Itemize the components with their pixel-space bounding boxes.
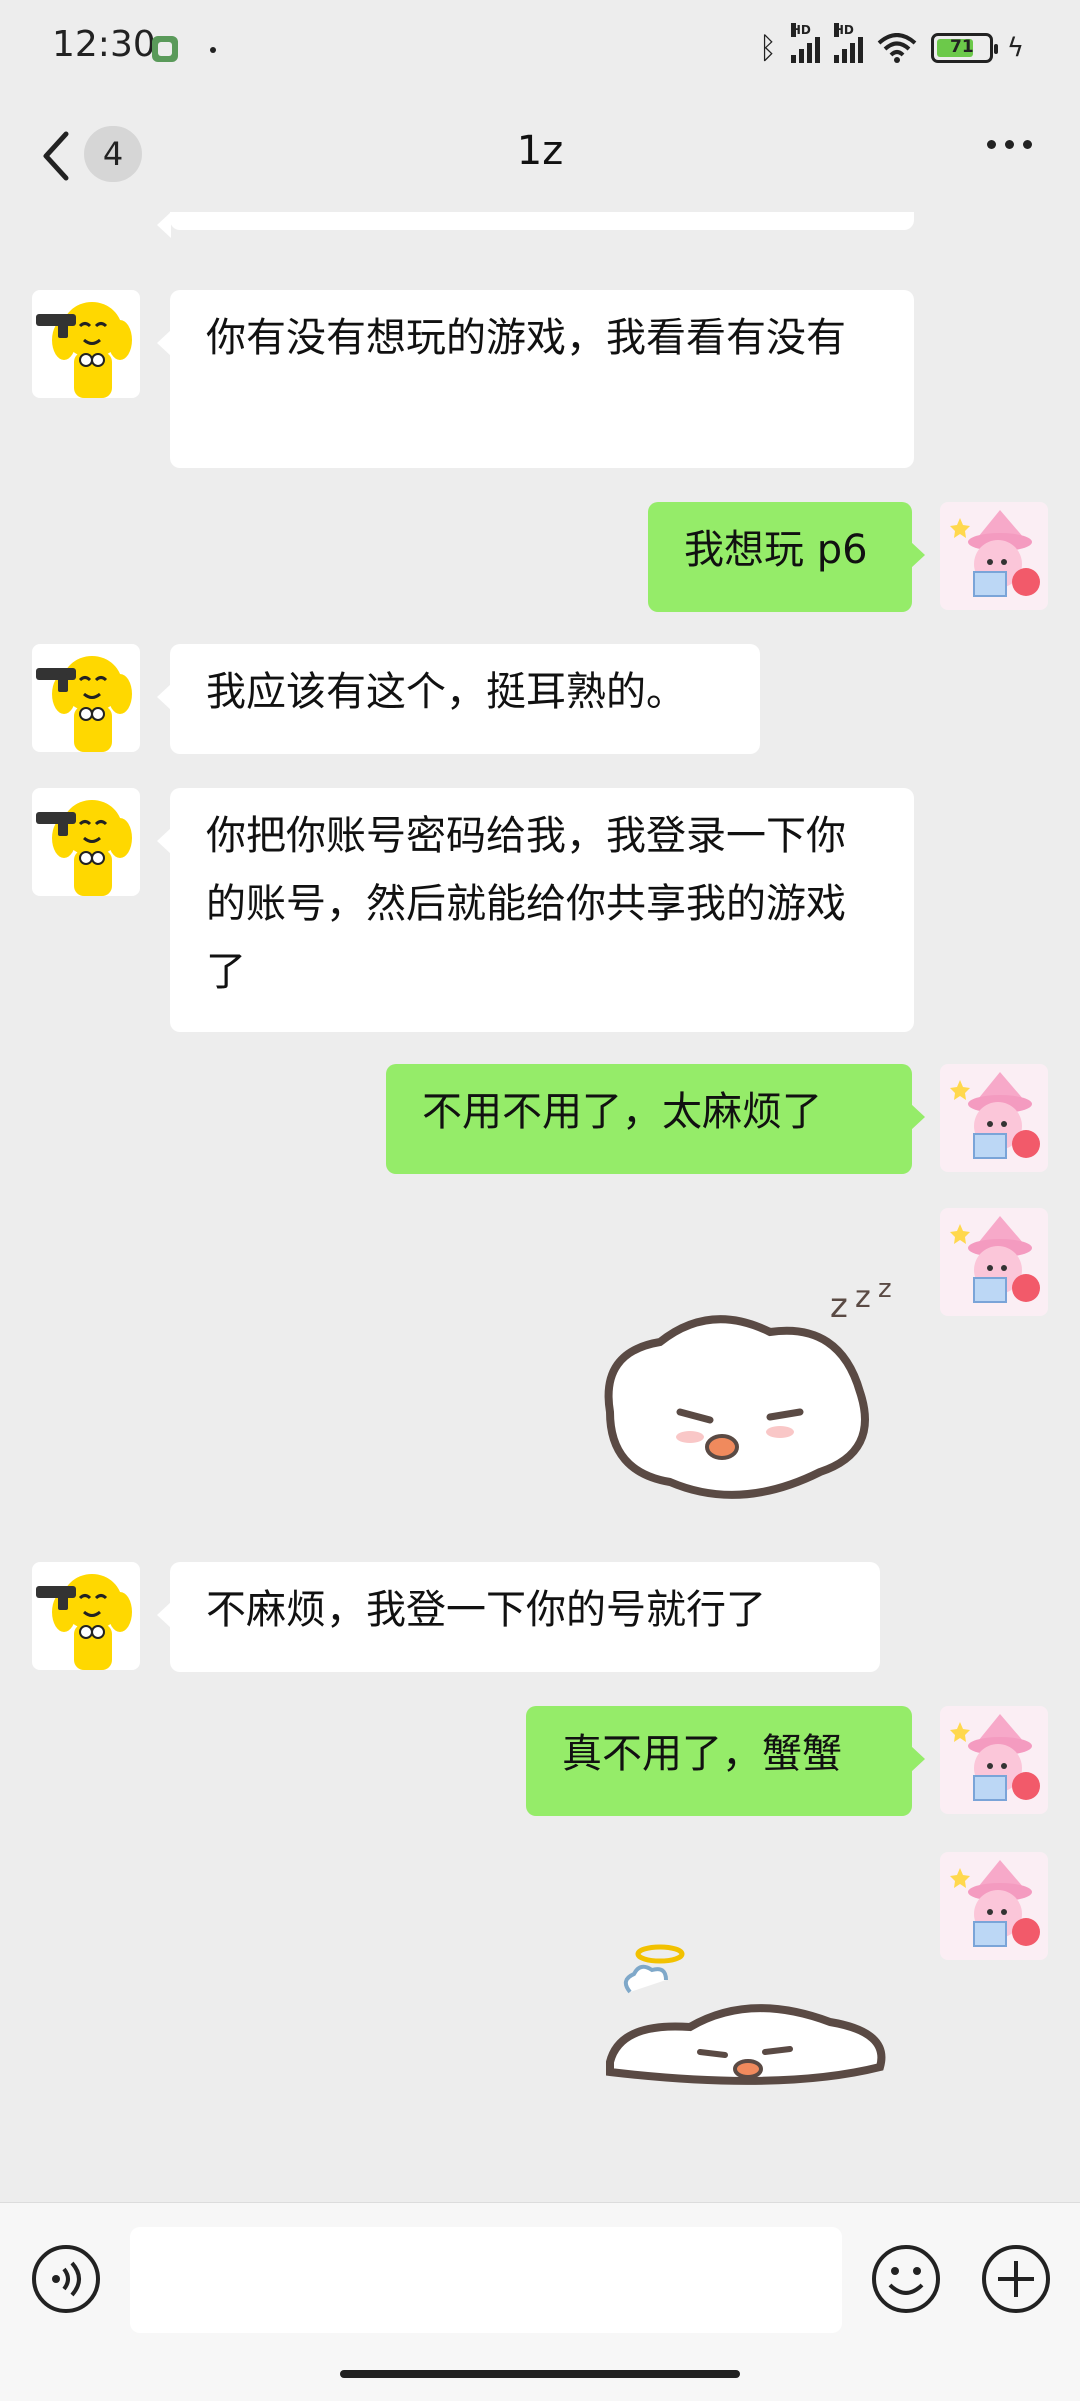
notification-dot-icon bbox=[210, 47, 216, 53]
self-avatar[interactable] bbox=[940, 1208, 1048, 1316]
signal-icon-2: HD bbox=[833, 23, 863, 63]
sleeping-blob-sticker[interactable]: z z z bbox=[590, 1262, 910, 1512]
message-bubble-received: 你把你账号密码给我，我登录一下你的账号，然后就能给你共享我的游戏了 bbox=[157, 788, 914, 1032]
notification-app-icon bbox=[152, 36, 178, 62]
wifi-icon bbox=[877, 33, 917, 63]
message-text: 你有没有想玩的游戏，我看看有没有 bbox=[206, 315, 846, 361]
more-button[interactable] bbox=[987, 140, 1032, 149]
signal-hd-label: HD bbox=[790, 23, 811, 37]
self-avatar[interactable] bbox=[940, 1852, 1048, 1960]
emoji-icon[interactable] bbox=[870, 2243, 942, 2315]
message-text: 我想玩 p6 bbox=[684, 527, 868, 573]
status-time: 12:30 bbox=[52, 24, 156, 65]
message-bubble-received: 不麻烦，我登一下你的号就行了 bbox=[157, 1562, 880, 1672]
plus-icon[interactable] bbox=[980, 2243, 1052, 2315]
charging-icon: ϟ bbox=[1006, 33, 1024, 63]
message-text: 真不用了，蟹蟹 bbox=[562, 1731, 842, 1777]
self-avatar[interactable] bbox=[940, 1706, 1048, 1814]
signal-icon-1: HD bbox=[790, 23, 820, 63]
battery-level: 71 bbox=[950, 37, 974, 57]
self-avatar[interactable] bbox=[940, 502, 1048, 610]
message-text: 我应该有这个，挺耳熟的。 bbox=[206, 669, 686, 715]
svg-text:z: z bbox=[855, 1280, 871, 1315]
friend-avatar[interactable] bbox=[32, 1562, 140, 1670]
bluetooth-icon: ᛒ bbox=[758, 30, 777, 66]
chat-title: 1z bbox=[516, 128, 564, 174]
message-bubble-sent: 真不用了，蟹蟹 bbox=[526, 1706, 925, 1816]
message-list[interactable]: 你有没有想玩的游戏，我看看有没有 我想玩 p6 我应该有这个，挺耳熟的。 你把你… bbox=[0, 212, 1080, 2202]
message-bubble-sent: 我想玩 p6 bbox=[648, 502, 925, 612]
battery-icon: 71 bbox=[930, 33, 998, 63]
voice-icon[interactable] bbox=[30, 2243, 102, 2315]
svg-text:z: z bbox=[878, 1274, 892, 1304]
message-bubble-sent: 不用不用了，太麻烦了 bbox=[386, 1064, 925, 1174]
home-indicator[interactable] bbox=[340, 2370, 740, 2378]
message-bubble-clipped bbox=[157, 212, 914, 238]
message-input[interactable] bbox=[130, 2227, 842, 2333]
message-text: 你把你账号密码给我，我登录一下你的账号，然后就能给你共享我的游戏了 bbox=[206, 813, 846, 995]
friend-avatar[interactable] bbox=[32, 644, 140, 752]
more-dots-icon bbox=[987, 140, 996, 149]
signal-hd-label: HD bbox=[833, 23, 854, 37]
message-text: 不用不用了，太麻烦了 bbox=[422, 1089, 822, 1135]
message-text: 不麻烦，我登一下你的号就行了 bbox=[206, 1587, 766, 1633]
friend-avatar[interactable] bbox=[32, 788, 140, 896]
message-bubble-received: 你有没有想玩的游戏，我看看有没有 bbox=[157, 290, 914, 468]
message-bubble-received: 我应该有这个，挺耳熟的。 bbox=[157, 644, 760, 754]
self-avatar[interactable] bbox=[940, 1064, 1048, 1172]
melted-blob-sticker[interactable] bbox=[600, 1932, 900, 2102]
friend-avatar[interactable] bbox=[32, 290, 140, 398]
status-icons: ᛒ HD HD 71 ϟ bbox=[758, 23, 1024, 70]
status-bar: 12:30 ᛒ HD HD 71 ϟ bbox=[0, 0, 1080, 100]
svg-text:z: z bbox=[830, 1286, 848, 1326]
